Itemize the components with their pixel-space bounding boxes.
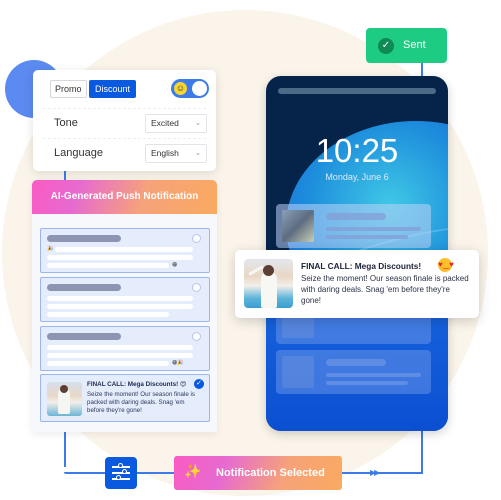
notification-thumbnail xyxy=(244,259,293,308)
sent-label: Sent xyxy=(403,39,426,51)
lockscreen-date: Monday, June 6 xyxy=(325,172,389,182)
placeholder-line xyxy=(47,353,193,358)
check-circle-icon: ✓ xyxy=(378,38,394,54)
placeholder-title xyxy=(47,284,121,291)
option-radio[interactable] xyxy=(192,332,201,341)
emoji-toggle[interactable]: ☺ xyxy=(171,79,209,98)
placeholder-line xyxy=(47,263,169,268)
connector-line xyxy=(64,472,106,474)
sliders-icon xyxy=(112,478,130,480)
panel-title: AI-Generated Push Notification xyxy=(32,180,217,214)
status-bar xyxy=(278,88,436,94)
emoji-icon: 😄 xyxy=(172,262,178,268)
notification-option[interactable]: 😄🎉 xyxy=(40,326,210,371)
notification-title: FINAL CALL: Mega Discounts! xyxy=(301,261,422,271)
selected-notification-option[interactable]: FINAL CALL: Mega Discounts! 😍 Seize the … xyxy=(40,374,210,422)
placeholder-line xyxy=(47,255,193,260)
thumbnail-head xyxy=(263,265,274,276)
push-notification-preview[interactable]: FINAL CALL: Mega Discounts! ♥‿♥ Seize th… xyxy=(235,250,479,318)
placeholder-line xyxy=(326,227,421,231)
placeholder-title xyxy=(47,333,121,340)
placeholder-line xyxy=(326,235,408,239)
slider-knob xyxy=(122,469,127,474)
notification-selected-step: ✨ Notification Selected xyxy=(174,456,342,490)
check-icon[interactable]: ✓ xyxy=(194,379,204,389)
flow-arrows-icon: ▶▶ xyxy=(370,468,380,477)
smiley-icon: ☺ xyxy=(174,82,187,95)
placeholder-line xyxy=(326,381,408,385)
selected-option-title: FINAL CALL: Mega Discounts! 😍 xyxy=(87,381,187,388)
tone-label: Tone xyxy=(54,117,78,129)
toggle-knob xyxy=(192,81,207,96)
settings-sliders-button[interactable] xyxy=(105,457,137,489)
placeholder-line xyxy=(47,304,193,309)
notification-option[interactable] xyxy=(40,277,210,322)
slider-knob xyxy=(118,463,123,468)
connector-line xyxy=(137,472,175,474)
placeholder-line xyxy=(47,296,193,301)
connector-line xyxy=(421,63,423,77)
thumbnail-head xyxy=(60,385,68,393)
discount-chip[interactable]: Discount xyxy=(89,80,137,98)
settings-card: Promo Discount ☺ Tone Excited ⌄ Language… xyxy=(33,70,216,171)
notification-selected-label: Notification Selected xyxy=(216,467,325,479)
connector-line xyxy=(421,431,423,474)
connector-line xyxy=(342,472,422,474)
divider xyxy=(43,108,206,109)
ai-notification-panel: AI-Generated Push Notification 🎉 😄 😄🎉 FI… xyxy=(32,180,217,432)
thumbnail-figure xyxy=(261,271,277,308)
language-select[interactable]: English ⌄ xyxy=(145,144,207,163)
tone-select[interactable]: Excited ⌄ xyxy=(145,114,207,133)
notification-body: Seize the moment! Our season finale is p… xyxy=(301,274,469,305)
placeholder-line xyxy=(55,247,193,252)
background-notification[interactable] xyxy=(276,204,431,248)
emoji-icon: 😄🎉 xyxy=(172,360,184,366)
selected-option-body: Seize the moment! Our season finale is p… xyxy=(87,391,195,414)
party-icon: 🎉 xyxy=(47,246,54,252)
placeholder-title xyxy=(326,213,386,220)
tone-value: Excited xyxy=(151,118,179,128)
connector-line xyxy=(64,431,66,467)
lockscreen-time: 10:25 xyxy=(315,132,399,169)
sliders-icon xyxy=(112,472,130,474)
notification-thumbnail xyxy=(282,356,314,388)
slider-knob xyxy=(116,475,121,480)
placeholder-line xyxy=(326,373,421,377)
notification-option[interactable]: 🎉 😄 xyxy=(40,228,210,273)
notification-thumbnail xyxy=(47,382,82,416)
sent-status-badge: ✓ Sent xyxy=(366,28,447,63)
notification-thumbnail xyxy=(282,210,314,242)
language-value: English xyxy=(151,148,179,158)
language-label: Language xyxy=(54,147,103,159)
placeholder-title xyxy=(326,359,386,366)
placeholder-title xyxy=(47,235,121,242)
heart-eyes-emoji-icon: ♥‿♥ xyxy=(438,258,454,272)
chevron-down-icon: ⌄ xyxy=(195,120,201,127)
background-notification[interactable] xyxy=(276,350,431,394)
promo-chip[interactable]: Promo xyxy=(50,80,87,98)
magic-wand-icon: ✨ xyxy=(184,463,202,479)
placeholder-line xyxy=(47,312,169,317)
divider xyxy=(43,138,206,139)
placeholder-line xyxy=(47,345,193,350)
chevron-down-icon: ⌄ xyxy=(195,150,201,157)
placeholder-line xyxy=(47,361,169,366)
option-radio[interactable] xyxy=(192,234,201,243)
option-radio[interactable] xyxy=(192,283,201,292)
